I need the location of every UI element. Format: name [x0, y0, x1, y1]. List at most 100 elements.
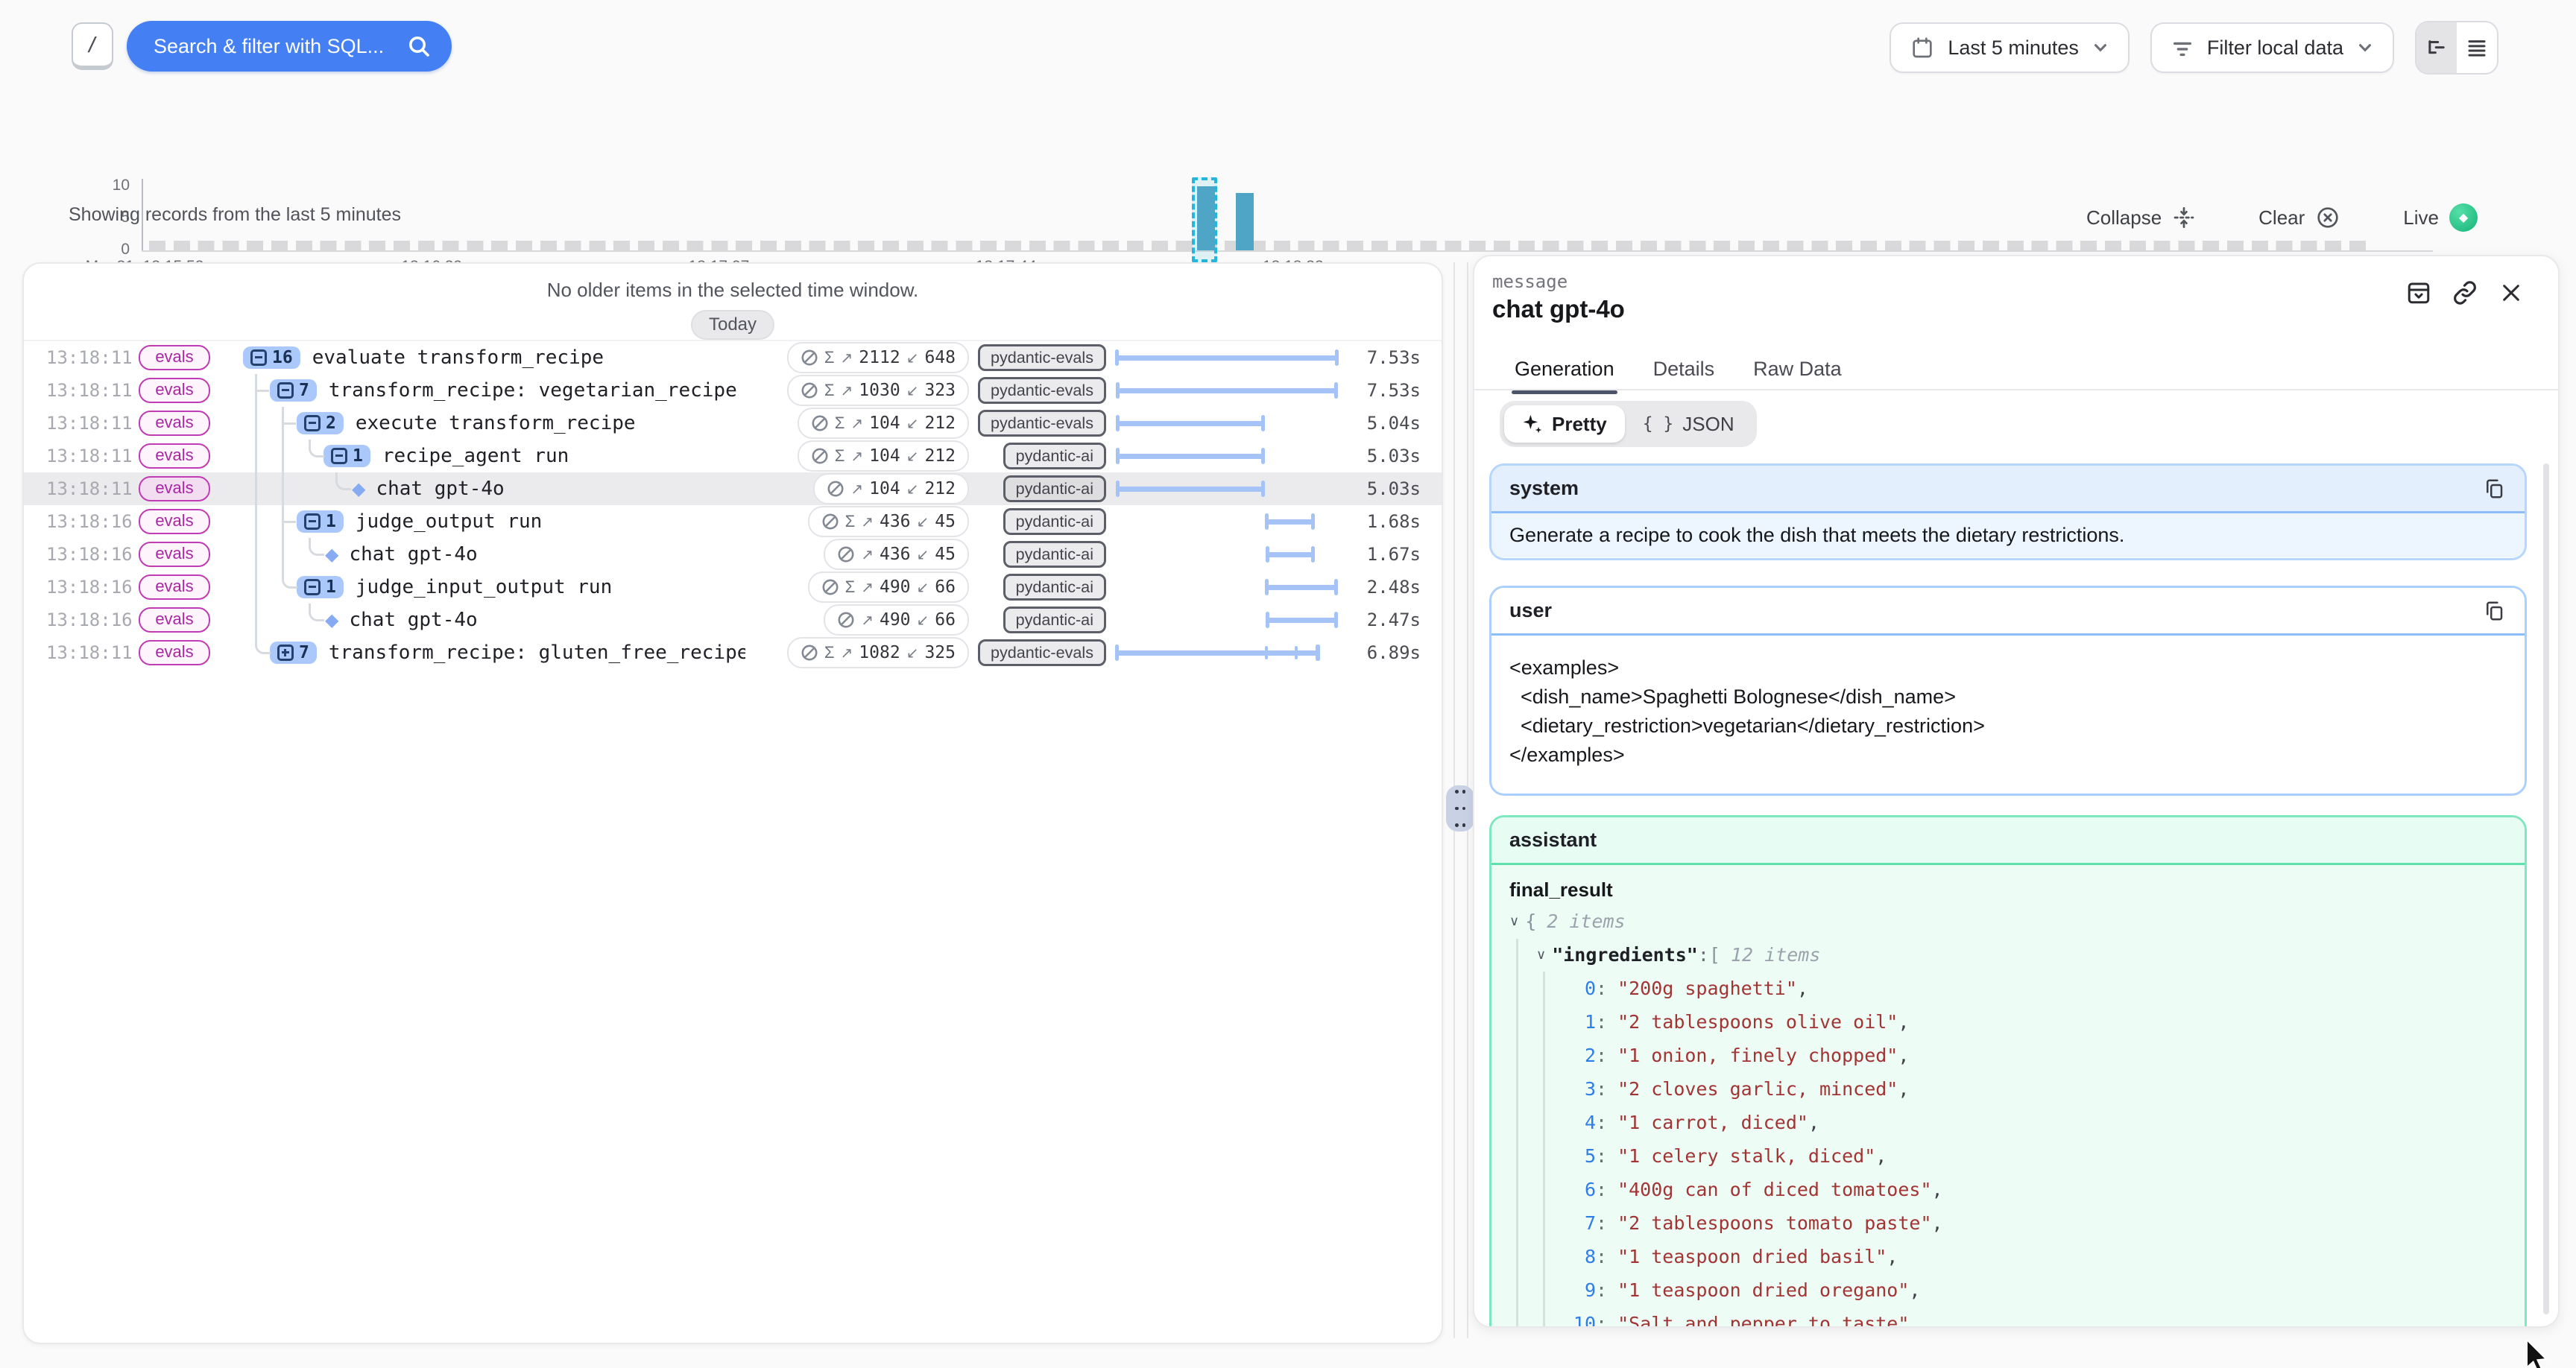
copy-button[interactable]	[2483, 599, 2507, 623]
close-panel-button[interactable]	[2497, 279, 2525, 307]
trace-row[interactable]: 13:18:11evals1recipe_agent runΣ↗104↙212p…	[24, 440, 1442, 472]
caret-down-icon[interactable]: ∨	[1536, 947, 1546, 963]
token-coin-icon	[811, 414, 829, 432]
span-name: evaluate transform_recipe	[312, 346, 604, 369]
tree-guide-v	[243, 571, 270, 604]
copy-button[interactable]	[2483, 477, 2507, 501]
tab-details[interactable]: Details	[1653, 358, 1715, 393]
tokens-in-count: 104	[869, 479, 900, 498]
span-name: transform_recipe: vegetarian_recipe	[329, 379, 737, 402]
span-name: execute transform_recipe	[356, 412, 636, 434]
tree-view-toggle[interactable]	[2416, 22, 2457, 73]
evals-badge[interactable]: evals	[139, 509, 209, 534]
token-usage-badge: Σ↗1030↙323	[787, 375, 969, 406]
trace-row[interactable]: 13:18:16evals◆chat gpt-4o↗436↙45pydantic…	[24, 538, 1442, 571]
trace-row[interactable]: 13:18:16evals1judge_output runΣ↗436↙45py…	[24, 505, 1442, 538]
collapse-button[interactable]: Collapse	[2077, 204, 2205, 231]
tokens-in-count: 1082	[859, 643, 900, 662]
package-badge: pydantic-ai	[1003, 574, 1106, 601]
clear-circle-x-icon	[2315, 205, 2340, 230]
collapse-toggle-badge[interactable]: 16	[243, 346, 300, 369]
time-range-dropdown[interactable]: Last 5 minutes	[1890, 22, 2130, 73]
close-icon	[2499, 281, 2523, 305]
token-usage-badge: Σ↗1082↙325	[787, 637, 969, 668]
trace-row[interactable]: 13:18:16evals1judge_input_output runΣ↗49…	[24, 571, 1442, 604]
package-badge: pydantic-ai	[1003, 443, 1106, 469]
trace-row[interactable]: 13:18:11evals2execute transform_recipeΣ↗…	[24, 407, 1442, 440]
live-toggle[interactable]: Live ◆	[2394, 202, 2487, 233]
token-coin-icon	[801, 349, 818, 367]
collapse-toggle-badge[interactable]: 1	[323, 445, 370, 467]
collapse-icon	[250, 349, 267, 366]
array-index: 0	[1563, 978, 1596, 999]
collapse-toggle-badge[interactable]: 7	[270, 642, 317, 664]
panel-resize-grip[interactable]	[1446, 785, 1474, 832]
array-index: 5	[1563, 1145, 1596, 1167]
filter-local-data-dropdown[interactable]: Filter local data	[2150, 22, 2394, 73]
evals-badge[interactable]: evals	[139, 378, 209, 403]
tokens-out-icon: ↙	[917, 513, 929, 531]
user-role-label: user	[1509, 599, 1552, 622]
evals-badge[interactable]: evals	[139, 443, 209, 469]
list-view-toggle[interactable]	[2457, 22, 2497, 73]
duration-bar	[1116, 487, 1265, 492]
search-button[interactable]: Search & filter with SQL...	[127, 21, 452, 72]
trace-row[interactable]: 13:18:11evals16evaluate transform_recipe…	[24, 341, 1442, 374]
json-array-item: 5:"1 celery stalk, diced",	[1509, 1139, 2507, 1173]
collapse-toggle-badge[interactable]: 1	[297, 576, 344, 598]
evals-badge[interactable]: evals	[139, 607, 209, 633]
json-toggle[interactable]: { } JSON	[1625, 405, 1752, 443]
duration-bar	[1266, 618, 1339, 623]
collapse-toggle-badge[interactable]: 2	[297, 412, 344, 434]
trace-row-timestamp: 13:18:16	[24, 511, 121, 532]
clear-button[interactable]: Clear	[2250, 203, 2349, 232]
tokens-in-count: 1030	[859, 381, 900, 400]
tree-guide-e	[270, 571, 297, 604]
tokens-out-count: 66	[935, 610, 956, 630]
tokens-out-count: 323	[924, 381, 956, 400]
copy-link-button[interactable]	[2451, 279, 2479, 307]
sum-sigma-icon: Σ	[824, 643, 835, 662]
package-badge: pydantic-ai	[1003, 475, 1106, 502]
tab-generation[interactable]: Generation	[1515, 358, 1614, 393]
evals-badge[interactable]: evals	[139, 640, 209, 665]
evals-badge[interactable]: evals	[139, 476, 209, 501]
trace-row-timestamp: 13:18:11	[24, 446, 121, 466]
tab-raw-data[interactable]: Raw Data	[1753, 358, 1842, 393]
array-index: 6	[1563, 1179, 1596, 1200]
tree-guide-blank	[297, 472, 323, 505]
trace-row[interactable]: 13:18:11evals7transform_recipe: vegetari…	[24, 374, 1442, 407]
span-diamond-icon: ◆	[325, 609, 338, 631]
detail-scrollbar[interactable]	[2543, 463, 2549, 1314]
evals-badge[interactable]: evals	[139, 574, 209, 600]
trace-row[interactable]: 13:18:11evals◆chat gpt-4o↗104↙212pydanti…	[24, 472, 1442, 505]
assistant-role-label: assistant	[1509, 829, 1597, 852]
trace-list-panel: No older items in the selected time wind…	[22, 262, 1443, 1344]
user-message-content: <examples> <dish_name>Spaghetti Bolognes…	[1491, 636, 2525, 788]
package-badge: pydantic-ai	[1003, 541, 1106, 568]
tokens-in-icon: ↗	[841, 349, 853, 367]
trace-row-timestamp: 13:18:16	[24, 577, 121, 598]
caret-down-icon[interactable]: ∨	[1509, 913, 1519, 929]
duration-label: 7.53s	[1349, 347, 1442, 368]
trace-row-timestamp: 13:18:11	[24, 413, 121, 434]
tokens-out-icon: ↙	[917, 578, 929, 597]
token-coin-icon	[801, 644, 818, 662]
dock-panel-button[interactable]	[2405, 279, 2433, 307]
evals-badge[interactable]: evals	[139, 345, 209, 370]
pretty-toggle[interactable]: Pretty	[1504, 405, 1625, 443]
final-result-label: final_result	[1509, 878, 2507, 902]
collapse-toggle-badge[interactable]: 1	[297, 510, 344, 533]
span-name: judge_output run	[356, 510, 542, 533]
sum-sigma-icon: Σ	[835, 446, 845, 466]
tree-guide-e	[297, 440, 323, 472]
package-badge: pydantic-evals	[978, 639, 1106, 666]
package-badge: pydantic-ai	[1003, 508, 1106, 535]
evals-badge[interactable]: evals	[139, 411, 209, 436]
evals-badge[interactable]: evals	[139, 542, 209, 567]
trace-row[interactable]: 13:18:11evals7transform_recipe: gluten_f…	[24, 636, 1442, 669]
collapse-toggle-badge[interactable]: 7	[270, 379, 317, 402]
tokens-out-count: 212	[924, 414, 956, 433]
trace-row[interactable]: 13:18:16evals◆chat gpt-4o↗490↙66pydantic…	[24, 604, 1442, 636]
json-array-item: 6:"400g can of diced tomatoes",	[1509, 1173, 2507, 1206]
